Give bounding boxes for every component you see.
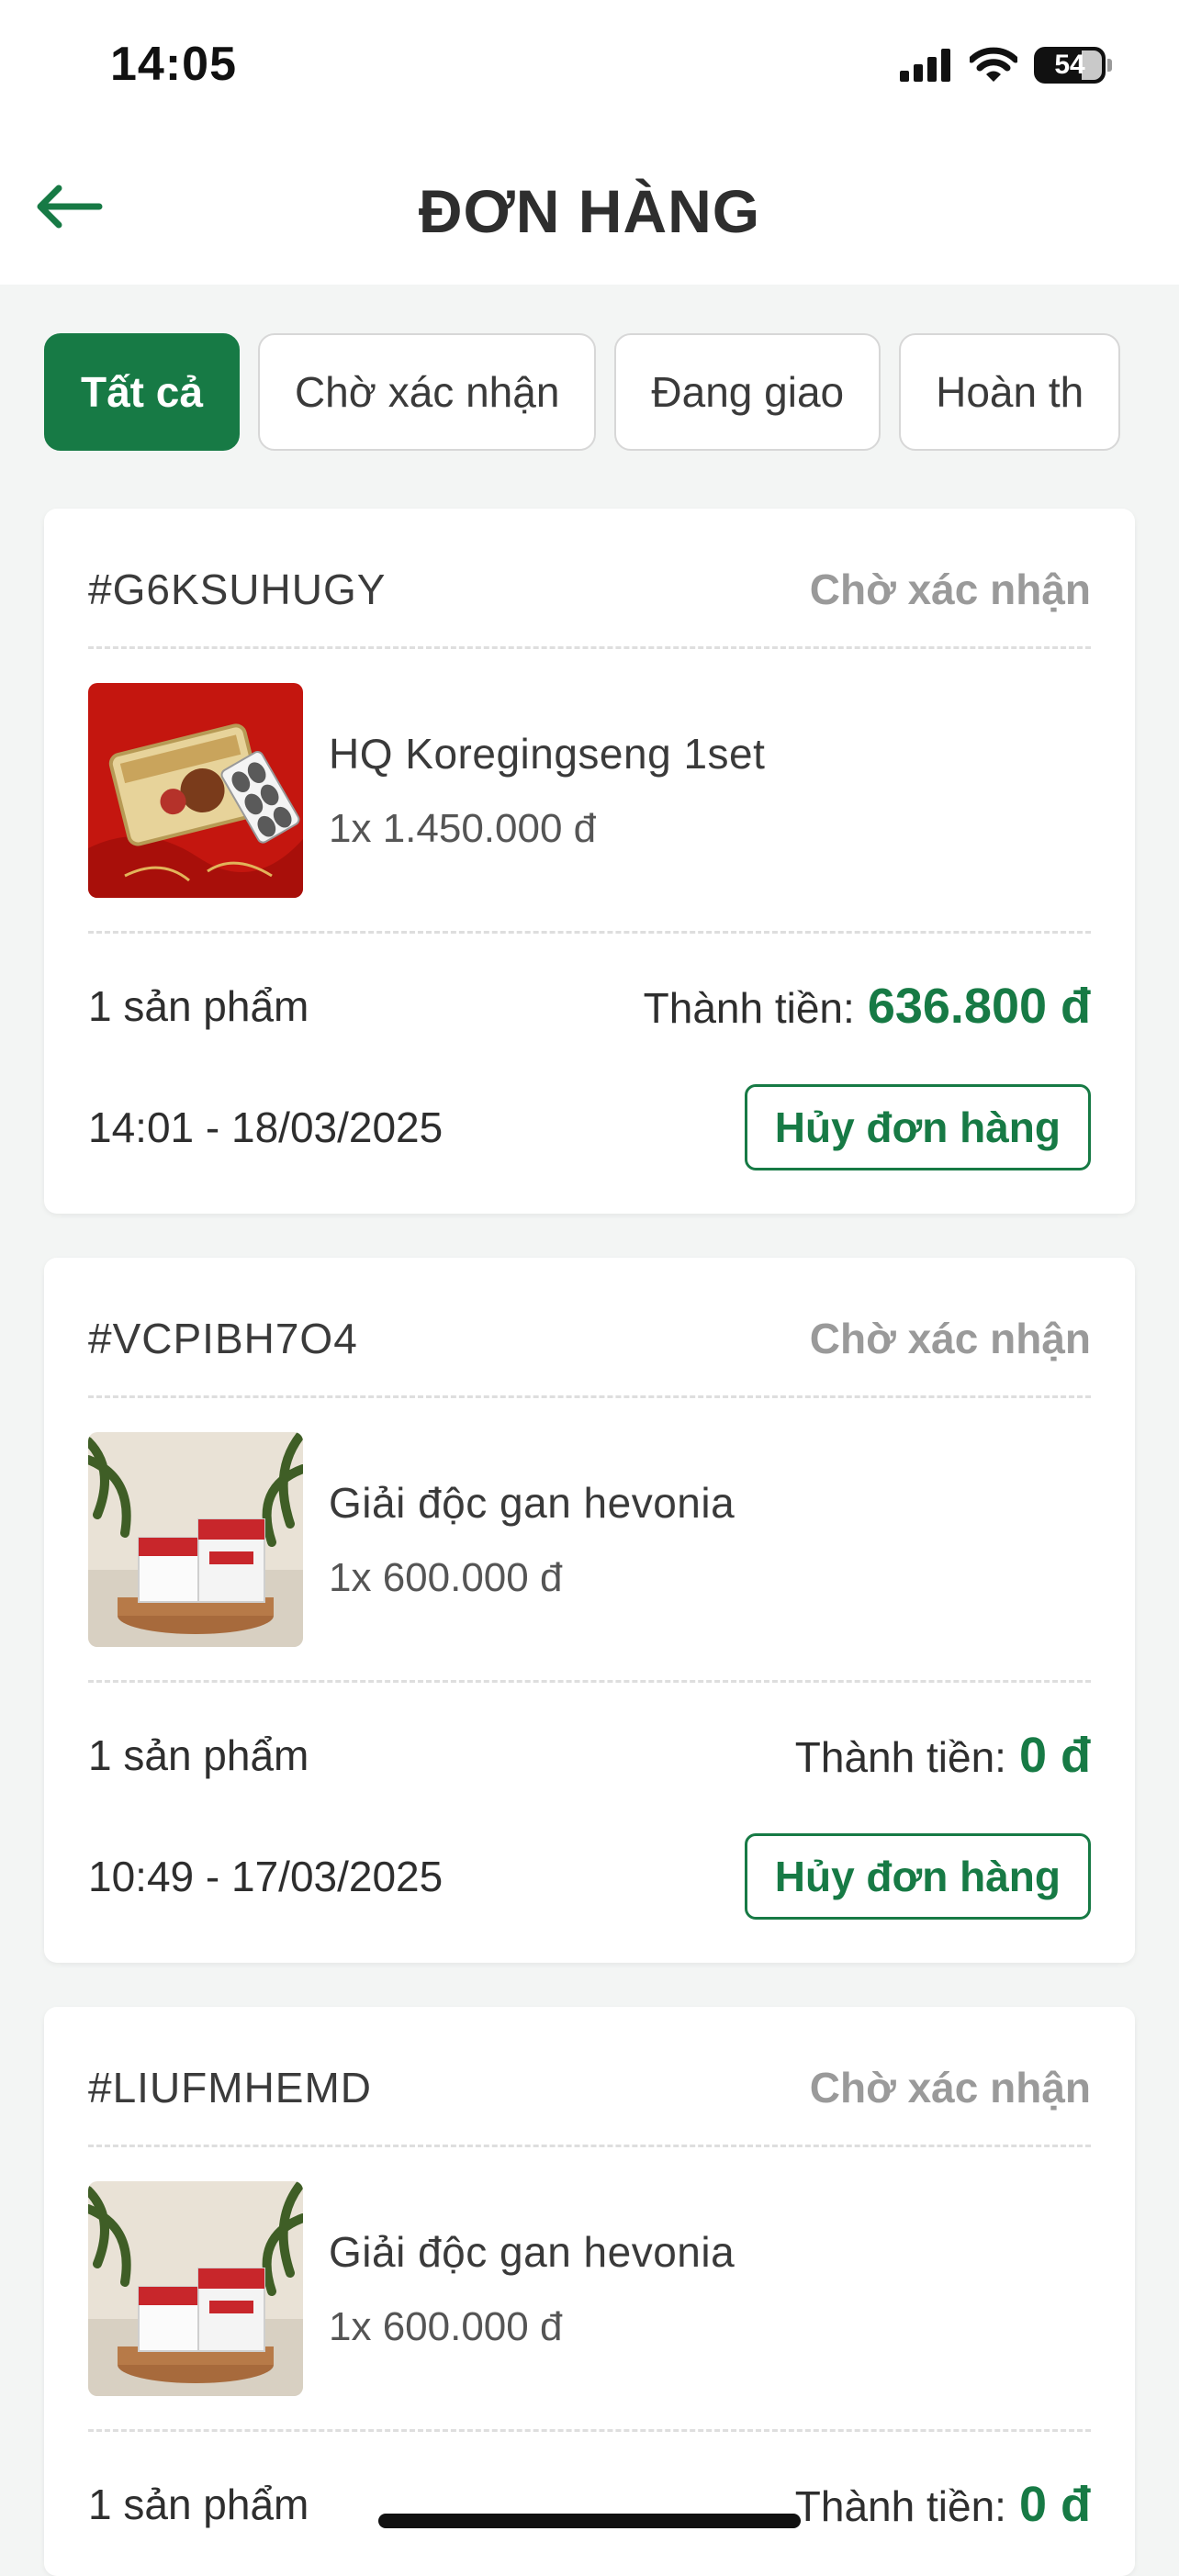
order-id: #LIUFMHEMD — [88, 2064, 373, 2111]
status-bar: 14:05 54 — [0, 0, 1179, 138]
tab-completed[interactable]: Hoàn th — [899, 333, 1121, 451]
wifi-icon — [970, 47, 1017, 82]
order-id: #VCPIBH7O4 — [88, 1315, 358, 1362]
order-datetime: 14:01 - 18/03/2025 — [88, 1103, 444, 1151]
total-label: Thành tiền: — [794, 2482, 1006, 2530]
item-count: 1 sản phẩm — [88, 2481, 309, 2528]
total-value: 636.800 đ — [867, 979, 1091, 1034]
product-name: HQ Koregingseng 1set — [329, 730, 766, 778]
cancel-order-button[interactable]: Hủy đơn hàng — [744, 1084, 1091, 1170]
order-status: Chờ xác nhận — [809, 1315, 1091, 1362]
order-card[interactable]: #LIUFMHEMD Chờ xác nhận Giải độc gan hev… — [44, 2007, 1135, 2576]
order-status-tabs: Tất cả Chờ xác nhận Đang giao Hoàn th — [44, 333, 1121, 453]
status-time: 14:05 — [110, 38, 237, 91]
order-datetime: 10:49 - 17/03/2025 — [88, 1853, 444, 1900]
product-quantity-price: 1x 600.000 đ — [329, 2304, 563, 2349]
total-value: 0 đ — [1018, 1728, 1091, 1783]
page-title: ĐƠN HÀNG — [418, 177, 761, 245]
product-name: Giải độc gan hevonia — [329, 1479, 735, 1527]
total-label: Thành tiền: — [643, 984, 855, 1032]
total-label: Thành tiền: — [794, 1733, 1006, 1781]
product-quantity-price: 1x 600.000 đ — [329, 1555, 563, 1600]
order-card[interactable]: #G6KSUHUGY Chờ xác nhận HQ Koregingseng … — [44, 509, 1135, 1214]
order-status: Chờ xác nhận — [809, 2064, 1091, 2111]
cancel-order-button[interactable]: Hủy đơn hàng — [744, 1833, 1091, 1920]
home-indicator[interactable] — [378, 2514, 801, 2528]
product-image — [88, 683, 303, 898]
divider — [88, 1680, 1091, 1683]
signal-icon — [900, 49, 950, 82]
product-name: Giải độc gan hevonia — [329, 2228, 735, 2276]
total-value: 0 đ — [1018, 2477, 1091, 2532]
divider — [88, 931, 1091, 934]
order-total: Thành tiền: 0 đ — [795, 2476, 1091, 2533]
divider — [88, 646, 1091, 649]
tab-pending[interactable]: Chờ xác nhận — [257, 333, 597, 451]
product-image — [88, 2181, 303, 2396]
nav-bar: ĐƠN HÀNG — [0, 138, 1179, 285]
order-status: Chờ xác nhận — [809, 566, 1091, 613]
battery-icon: 54 — [1034, 47, 1112, 84]
item-count: 1 sản phẩm — [88, 1731, 309, 1779]
order-id: #G6KSUHUGY — [88, 566, 387, 613]
divider — [88, 2145, 1091, 2147]
divider — [88, 1395, 1091, 1398]
battery-level: 54 — [1054, 50, 1085, 80]
item-count: 1 sản phẩm — [88, 982, 309, 1030]
product-quantity-price: 1x 1.450.000 đ — [329, 806, 597, 851]
order-total: Thành tiền: 0 đ — [795, 1727, 1091, 1784]
tab-shipping[interactable]: Đang giao — [614, 333, 881, 451]
order-total: Thành tiền: 636.800 đ — [644, 978, 1091, 1035]
tab-all[interactable]: Tất cả — [44, 333, 240, 451]
status-icons: 54 — [900, 42, 1112, 88]
order-card[interactable]: #VCPIBH7O4 Chờ xác nhận Giải độc gan hev… — [44, 1258, 1135, 1963]
product-image — [88, 1432, 303, 1647]
divider — [88, 2429, 1091, 2432]
